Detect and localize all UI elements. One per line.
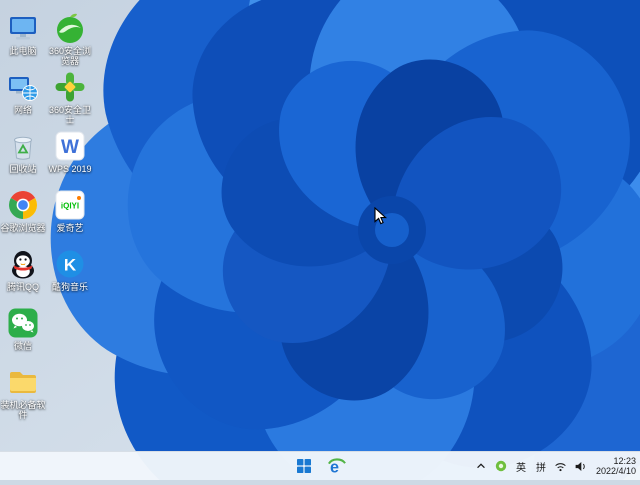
clock-date: 2022/4/10 (595, 466, 636, 476)
desktop-icon-label: 网络 (13, 105, 32, 115)
desktop-icon-label: 装机必备软件 (0, 400, 46, 420)
desktop-icon-360-security[interactable]: 360安全卫士 (47, 71, 93, 125)
network-wifi-icon (555, 462, 567, 471)
desktop-icon-network[interactable]: 网络 (0, 71, 46, 115)
system-tray: 英 拼 12:23 2022/4/10 (474, 452, 636, 480)
kugou-music-icon: K (56, 250, 84, 278)
browser-e-icon: e (327, 457, 346, 476)
this-pc-icon (10, 17, 36, 40)
desktop-icon-label: 360安全卫士 (48, 105, 92, 125)
desktop-icon-recycle-bin[interactable]: 回收站 (0, 130, 46, 174)
desktop-icon-label: 360安全浏览器 (48, 46, 92, 66)
iqiyi-icon: iQIYI (55, 190, 85, 220)
taskbar-center-icons: e (292, 452, 348, 480)
taskbar-clock[interactable]: 12:23 2022/4/10 (594, 456, 636, 477)
desktop-icon-chrome[interactable]: 谷歌浏览器 (0, 189, 46, 233)
desktop-icon-label: WPS 2019 (48, 164, 92, 174)
svg-text:K: K (64, 256, 77, 275)
desktop-icon-label: 谷歌浏览器 (0, 223, 46, 233)
volume-icon (576, 461, 586, 471)
desktop-icon-label: 酷狗音乐 (51, 282, 88, 292)
chevron-up-icon (477, 463, 485, 469)
qq-icon (12, 251, 34, 279)
360-security-icon (55, 72, 85, 102)
desktop-wallpaper (0, 0, 640, 485)
desktop-icon-label: 此电脑 (9, 46, 37, 56)
desktop-icon-qq[interactable]: 腾讯QQ (0, 248, 46, 292)
volume-button[interactable] (574, 455, 588, 477)
360-tray-icon (495, 460, 507, 472)
ime-mode-indicator[interactable]: 拼 (534, 455, 548, 477)
desktop-icon-360-browser[interactable]: 360安全浏览器 (47, 12, 93, 66)
network-icon (9, 77, 38, 101)
desktop-icon-label: 微信 (13, 341, 32, 351)
bloom-wallpaper-art (0, 0, 640, 485)
desktop-icon-software-folder[interactable]: 装机必备软件 (0, 366, 46, 420)
taskbar: e 英 拼 12:23 2022/4/10 (0, 451, 640, 480)
tray-360-icon-button[interactable] (494, 455, 508, 477)
svg-text:iQIYI: iQIYI (61, 202, 79, 211)
desktop-icon-label: 回收站 (9, 164, 37, 174)
tray-chevron-button[interactable] (474, 455, 488, 477)
browser-taskbar-button[interactable]: e (324, 454, 348, 478)
desktop-icon-this-pc[interactable]: 此电脑 (0, 12, 46, 56)
folder-icon (10, 372, 36, 393)
desktop-icon-iqiyi[interactable]: iQIYI 爱奇艺 (47, 189, 93, 233)
windows-logo-icon (297, 459, 311, 473)
wechat-icon (8, 308, 38, 338)
wps-2019-icon: W (55, 131, 85, 161)
desktop-icon-wechat[interactable]: 微信 (0, 307, 46, 351)
desktop-icon-label: 爱奇艺 (56, 223, 84, 233)
desktop-icon-wps-2019[interactable]: W WPS 2019 (47, 130, 93, 174)
recycle-bin-icon (14, 136, 32, 160)
desktop-icon-label: 腾讯QQ (6, 282, 39, 292)
network-button[interactable] (554, 455, 568, 477)
360-browser-icon (57, 13, 83, 43)
clock-time: 12:23 (613, 455, 636, 466)
chrome-icon (9, 191, 37, 219)
ime-language-indicator[interactable]: 英 (514, 455, 528, 477)
desktop-icon-kugou-music[interactable]: K 酷狗音乐 (47, 248, 93, 292)
svg-text:W: W (61, 137, 79, 158)
start-button[interactable] (292, 454, 316, 478)
